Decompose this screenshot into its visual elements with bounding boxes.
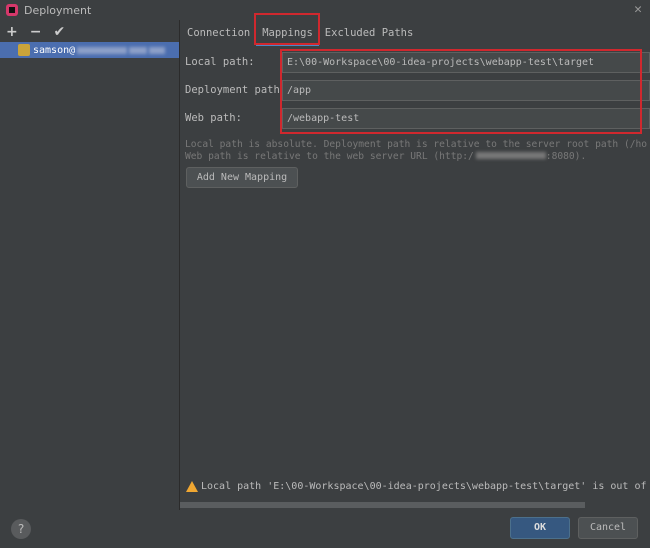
warning-message: Local path 'E:\00-Workspace\00-idea-proj…	[186, 481, 650, 492]
ok-button[interactable]: OK	[510, 517, 570, 539]
remove-icon[interactable]: −	[30, 24, 42, 40]
local-path-label: Local path:	[185, 56, 255, 68]
add-new-mapping-button[interactable]: Add New Mapping	[186, 167, 298, 188]
app-logo-icon	[6, 4, 18, 16]
server-list-item[interactable]: samson@	[0, 42, 179, 58]
hint-line-2-suffix: :8080).	[545, 151, 587, 162]
check-icon[interactable]: ✔	[53, 24, 65, 40]
highlight-box-tab	[254, 13, 320, 45]
server-name: samson@	[33, 44, 76, 56]
web-path-label: Web path:	[185, 112, 242, 124]
warning-icon	[186, 481, 198, 492]
close-icon[interactable]: ✕	[634, 2, 642, 17]
hint-line-2-prefix: Web path is relative to the web server U…	[185, 151, 474, 162]
server-list-panel: + − ✔ samson@	[0, 20, 180, 510]
help-button[interactable]: ?	[11, 519, 31, 539]
add-icon[interactable]: +	[6, 24, 18, 40]
hint-line-1: Local path is absolute. Deployment path …	[185, 139, 648, 150]
window-title: Deployment	[24, 3, 92, 17]
title-bar: Deployment	[0, 0, 650, 20]
warning-text: Local path 'E:\00-Workspace\00-idea-proj…	[201, 481, 650, 492]
deployment-path-label: Deployment path:	[185, 84, 287, 96]
cancel-button[interactable]: Cancel	[578, 517, 638, 539]
tab-excluded-paths[interactable]: Excluded Paths	[319, 20, 420, 46]
tab-connection[interactable]: Connection	[181, 20, 256, 46]
highlight-box-fields	[280, 49, 642, 134]
hint-line-2: Web path is relative to the web server U…	[185, 151, 586, 163]
sftp-server-icon	[18, 44, 30, 56]
horizontal-scrollbar[interactable]	[180, 502, 585, 508]
